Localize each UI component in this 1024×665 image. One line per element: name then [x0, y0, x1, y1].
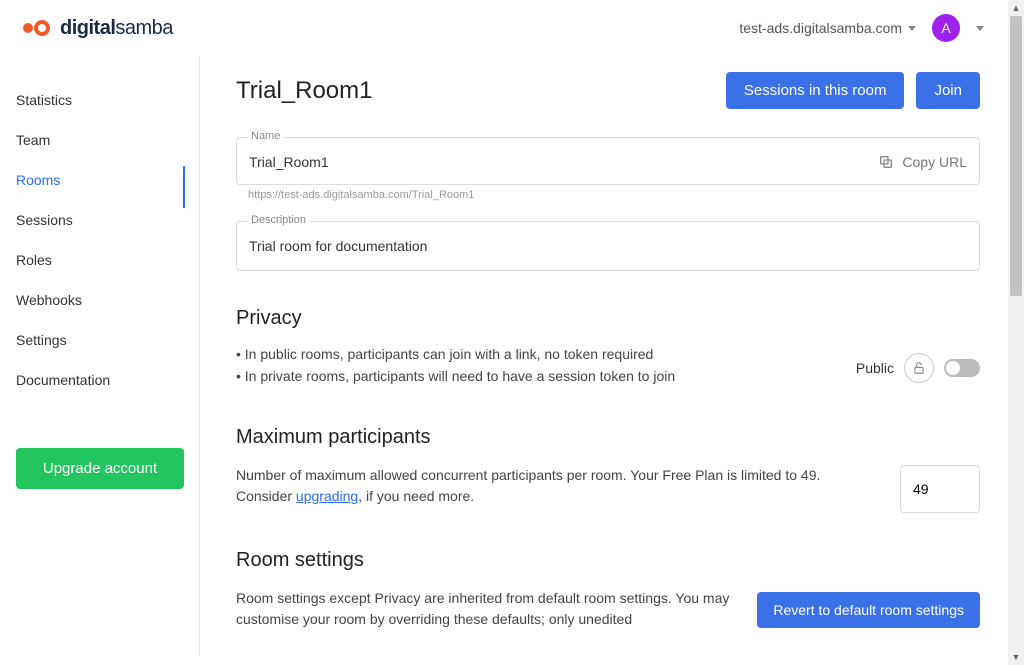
sidebar-item-team[interactable]: Team [16, 120, 184, 160]
scroll-down-icon[interactable]: ▼ [1008, 649, 1024, 665]
sidebar: Statistics Team Rooms Sessions Roles Web… [0, 56, 200, 665]
privacy-toggle-label: Public [856, 360, 894, 376]
room-settings-title: Room settings [236, 549, 980, 572]
chevron-down-icon[interactable] [976, 26, 984, 31]
header: digitalsamba test-ads.digitalsamba.com A [0, 0, 1008, 56]
chevron-down-icon [908, 26, 916, 31]
join-button[interactable]: Join [916, 72, 980, 109]
room-url-text: https://test-ads.digitalsamba.com/Trial_… [248, 189, 980, 201]
upgrade-link[interactable]: upgrading [296, 488, 358, 504]
sidebar-item-statistics[interactable]: Statistics [16, 80, 184, 120]
privacy-toggle[interactable] [944, 359, 980, 377]
main-content: Trial_Room1 Sessions in this room Join N… [200, 56, 1008, 665]
sidebar-item-rooms[interactable]: Rooms [16, 160, 184, 200]
logo-icon [20, 18, 54, 38]
privacy-title: Privacy [236, 307, 980, 330]
room-settings-description: Room settings except Privacy are inherit… [236, 588, 733, 630]
description-field-label: Description [247, 214, 310, 226]
max-participants-description: Number of maximum allowed concurrent par… [236, 465, 860, 507]
scroll-up-icon[interactable]: ▲ [1008, 0, 1024, 16]
sessions-button[interactable]: Sessions in this room [726, 72, 905, 109]
copy-url-button[interactable]: Copy URL [878, 154, 967, 170]
privacy-description: • In public rooms, participants can join… [236, 346, 675, 390]
scroll-thumb[interactable] [1010, 16, 1022, 296]
max-participants-title: Maximum participants [236, 426, 980, 449]
sidebar-item-sessions[interactable]: Sessions [16, 200, 184, 240]
sidebar-item-webhooks[interactable]: Webhooks [16, 280, 184, 320]
page-title: Trial_Room1 [236, 77, 373, 105]
revert-settings-button[interactable]: Revert to default room settings [757, 592, 980, 628]
avatar[interactable]: A [932, 14, 960, 42]
copy-icon [878, 154, 894, 170]
logo[interactable]: digitalsamba [20, 17, 173, 40]
logo-text: digitalsamba [60, 17, 173, 40]
sidebar-item-settings[interactable]: Settings [16, 320, 184, 360]
upgrade-account-button[interactable]: Upgrade account [16, 448, 184, 489]
domain-label: test-ads.digitalsamba.com [739, 20, 902, 36]
lock-icon [904, 353, 934, 383]
domain-dropdown[interactable]: test-ads.digitalsamba.com [739, 20, 916, 36]
description-field-wrap: Description [236, 221, 980, 271]
name-field-wrap: Name Copy URL [236, 137, 980, 185]
sidebar-item-documentation[interactable]: Documentation [16, 360, 184, 400]
max-participants-input[interactable] [900, 465, 980, 513]
name-field-label: Name [247, 130, 284, 142]
description-input[interactable] [249, 238, 430, 254]
scrollbar[interactable]: ▲ ▼ [1008, 0, 1024, 665]
name-input[interactable] [249, 154, 878, 170]
sidebar-item-roles[interactable]: Roles [16, 240, 184, 280]
